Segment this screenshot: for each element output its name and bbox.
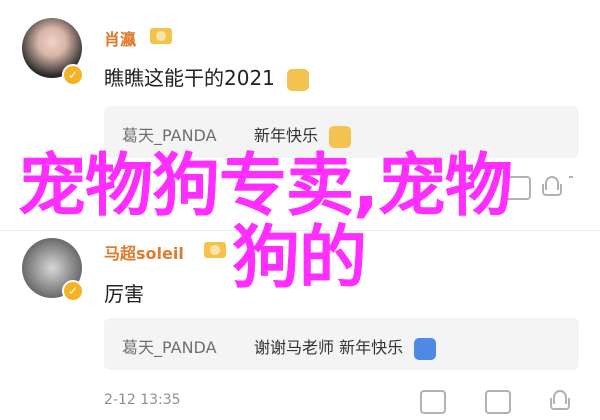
reply-text: 新年快乐 (254, 122, 352, 148)
comment-text: 厉害 (104, 282, 144, 306)
reply-box[interactable]: 葛天_PANDA 谢谢马老师 新年快乐 (104, 318, 579, 370)
comment-username[interactable]: 肖瀛 (104, 26, 136, 50)
comment-text-content: 瞧瞧这能干的2021 (104, 66, 275, 90)
reply-text-content: 谢谢马老师 新年快乐 (254, 338, 404, 357)
like-icon[interactable] (548, 390, 570, 410)
verified-icon: ✓ (62, 64, 84, 86)
comment-icon[interactable] (485, 390, 511, 414)
comment-text: 瞧瞧这能干的2021 (104, 62, 310, 91)
crown-icon (204, 242, 226, 258)
comment-username[interactable]: 马超soleil (104, 240, 184, 264)
verified-icon: ✓ (62, 280, 84, 302)
reply-username[interactable]: 葛天_PANDA (122, 334, 217, 358)
reply-text-content: 新年快乐 (254, 126, 319, 145)
reply-username[interactable]: 葛天_PANDA (122, 122, 217, 146)
sparkle-emoji-icon (414, 337, 437, 360)
beer-emoji-icon (329, 125, 352, 148)
share-icon[interactable] (420, 390, 446, 414)
timestamp: 2-12 13:35 (104, 392, 181, 408)
watermark-line-2: 狗的 (232, 219, 367, 298)
reply-text: 谢谢马老师 新年快乐 (254, 334, 437, 360)
crown-icon (150, 28, 172, 44)
watermark-overlay: 宠物狗专卖,宠物 狗的 (18, 147, 578, 298)
watermark-line-1: 宠物狗专卖,宠物 (18, 147, 513, 226)
beer-emoji-icon (287, 68, 310, 91)
